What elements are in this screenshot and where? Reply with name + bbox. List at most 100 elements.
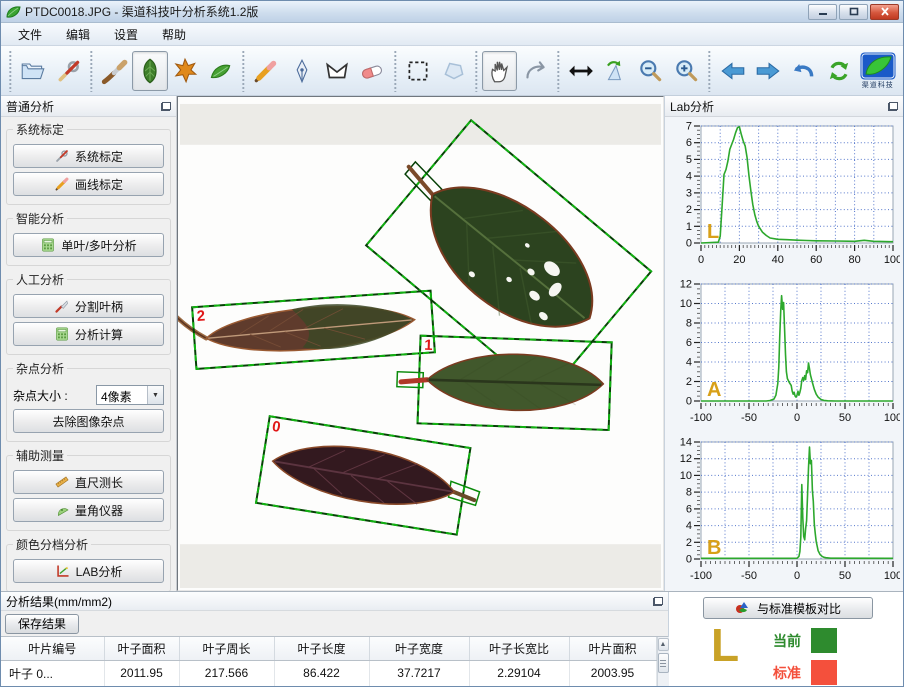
table-row[interactable]: 叶子 0...2011.95217.56686.42237.72172.2910… bbox=[1, 660, 656, 686]
lab-analysis-button[interactable]: LAB分析 bbox=[13, 559, 164, 583]
svg-text:5: 5 bbox=[686, 154, 692, 166]
current-label: 当前 bbox=[773, 631, 801, 651]
lab-panel: Lab分析 01234567020406080100L 024681012-10… bbox=[664, 96, 903, 591]
table-cell: 2011.95 bbox=[104, 660, 179, 686]
panel-float-icon[interactable] bbox=[161, 102, 171, 111]
maximize-button[interactable] bbox=[839, 4, 868, 20]
hand-pan-button[interactable] bbox=[482, 51, 517, 91]
svg-text:B: B bbox=[707, 537, 721, 559]
pen-tool-button[interactable] bbox=[284, 51, 319, 91]
results-column-header[interactable]: 叶子宽度 bbox=[369, 637, 469, 660]
svg-text:10: 10 bbox=[680, 298, 692, 310]
leaf-scan-image[interactable]: 2 1 bbox=[178, 97, 663, 590]
polygon-tool-button[interactable] bbox=[319, 51, 354, 91]
brand-logo-text: 渠道科技 bbox=[862, 80, 894, 90]
rotate-view-icon bbox=[602, 57, 630, 85]
svg-text:4: 4 bbox=[686, 520, 692, 532]
noise-size-dropdown[interactable]: 4像素 ▼ bbox=[96, 385, 164, 405]
panel-float-icon[interactable] bbox=[888, 102, 898, 111]
rect-select-button[interactable] bbox=[401, 51, 436, 91]
standard-color-swatch bbox=[811, 660, 837, 685]
svg-text:A: A bbox=[707, 379, 721, 401]
analysis-calc-button[interactable]: 分析计算 bbox=[13, 322, 164, 346]
svg-text:-50: -50 bbox=[741, 412, 757, 424]
system-calibrate-button[interactable]: 系统标定 bbox=[13, 144, 164, 168]
fit-width-icon bbox=[567, 57, 595, 85]
back-button[interactable] bbox=[715, 51, 750, 91]
lab-chart-b: 02468101214-100-50050100B bbox=[667, 434, 901, 591]
table-cell: 37.7217 bbox=[369, 660, 469, 686]
single-multi-leaf-analysis-button[interactable]: 单叶/多叶分析 bbox=[13, 233, 164, 257]
protractor-button[interactable]: 量角仪器 bbox=[13, 498, 164, 522]
rotate-hand-button[interactable] bbox=[517, 51, 552, 91]
pen-icon bbox=[288, 57, 316, 85]
svg-text:1: 1 bbox=[686, 221, 692, 233]
undo-button[interactable] bbox=[786, 51, 821, 91]
svg-text:50: 50 bbox=[839, 570, 851, 582]
svg-text:12: 12 bbox=[680, 279, 692, 291]
results-column-header[interactable]: 叶子长度 bbox=[274, 637, 369, 660]
forward-arrow-icon bbox=[754, 57, 782, 85]
group-manual-analysis: 人工分析 分割叶柄 分析计算 bbox=[6, 271, 171, 355]
lab-channel-letter: L bbox=[711, 622, 739, 668]
svg-text:50: 50 bbox=[839, 412, 851, 424]
menu-help[interactable]: 帮助 bbox=[151, 23, 197, 46]
svg-text:6: 6 bbox=[686, 503, 692, 515]
results-column-header[interactable]: 叶子周长 bbox=[179, 637, 274, 660]
group-noise-analysis: 杂点分析 杂点大小 : 4像素 ▼ 去除图像杂点 bbox=[6, 360, 171, 442]
fit-width-button[interactable] bbox=[563, 51, 598, 91]
line-calibrate-button[interactable]: 画线标定 bbox=[13, 172, 164, 196]
rotate-view-button[interactable] bbox=[598, 51, 633, 91]
oak-leaf-tool-button[interactable] bbox=[168, 51, 203, 91]
scroll-up-icon[interactable]: ▲ bbox=[658, 638, 669, 651]
brush-icon bbox=[101, 57, 129, 85]
results-column-header[interactable]: 叶片面积 bbox=[569, 637, 656, 660]
menu-edit[interactable]: 编辑 bbox=[55, 23, 101, 46]
results-column-header[interactable]: 叶子面积 bbox=[104, 637, 179, 660]
svg-text:100: 100 bbox=[884, 412, 900, 424]
image-canvas[interactable]: 2 1 bbox=[177, 96, 664, 591]
results-column-header[interactable]: 叶片编号 bbox=[1, 637, 104, 660]
ruler-measure-button[interactable]: 直尺测长 bbox=[13, 470, 164, 494]
brand-logo: 渠道科技 bbox=[856, 52, 899, 90]
save-results-button[interactable]: 保存结果 bbox=[5, 614, 79, 634]
results-section: 分析结果(mm/mm2) 保存结果 叶片编号叶子面积叶子周长叶子长度叶子宽度叶子… bbox=[1, 592, 669, 686]
close-button[interactable] bbox=[870, 4, 899, 20]
menubar: 文件 编辑 设置 帮助 bbox=[1, 23, 903, 46]
system-tools-button[interactable] bbox=[51, 51, 86, 91]
menu-file[interactable]: 文件 bbox=[7, 23, 53, 46]
forward-button[interactable] bbox=[750, 51, 785, 91]
panel-float-icon[interactable] bbox=[653, 597, 663, 606]
lab-chart-l: 01234567020406080100L bbox=[667, 118, 901, 276]
svg-text:7: 7 bbox=[686, 121, 692, 133]
toolbar-separator bbox=[393, 50, 398, 92]
svg-text:6: 6 bbox=[686, 337, 692, 349]
menu-settings[interactable]: 设置 bbox=[103, 23, 149, 46]
open-file-button[interactable] bbox=[16, 51, 51, 91]
zoom-out-button[interactable] bbox=[634, 51, 669, 91]
eraser-tool-button[interactable] bbox=[355, 51, 390, 91]
lab-panel-header: Lab分析 bbox=[665, 96, 903, 117]
table-cell: 叶子 0... bbox=[1, 660, 104, 686]
zoom-in-button[interactable] bbox=[669, 51, 704, 91]
remove-noise-button[interactable]: 去除图像杂点 bbox=[13, 409, 164, 433]
split-petiole-button[interactable]: 分割叶柄 bbox=[13, 294, 164, 318]
table-scrollbar[interactable]: ▲ bbox=[657, 637, 669, 686]
small-leaf-tool-button[interactable] bbox=[203, 51, 238, 91]
tools-icon bbox=[54, 148, 70, 164]
leaf-tool-button[interactable] bbox=[132, 51, 167, 91]
refresh-button[interactable] bbox=[821, 51, 856, 91]
chevron-down-icon[interactable]: ▼ bbox=[147, 386, 163, 404]
oak-leaf-icon bbox=[171, 57, 199, 85]
brush-tool-button[interactable] bbox=[97, 51, 132, 91]
table-cell: 2.29104 bbox=[469, 660, 569, 686]
compare-template-button[interactable]: 与标准模板对比 bbox=[703, 597, 873, 619]
scrollbar-thumb[interactable] bbox=[658, 653, 669, 673]
refresh-icon bbox=[825, 57, 853, 85]
minimize-button[interactable] bbox=[808, 4, 837, 20]
results-column-header[interactable]: 叶子长宽比 bbox=[469, 637, 569, 660]
toolbar-separator bbox=[89, 50, 94, 92]
pencil-tool-button[interactable] bbox=[249, 51, 284, 91]
svg-text:4: 4 bbox=[686, 171, 692, 183]
poly-select-button[interactable] bbox=[436, 51, 471, 91]
